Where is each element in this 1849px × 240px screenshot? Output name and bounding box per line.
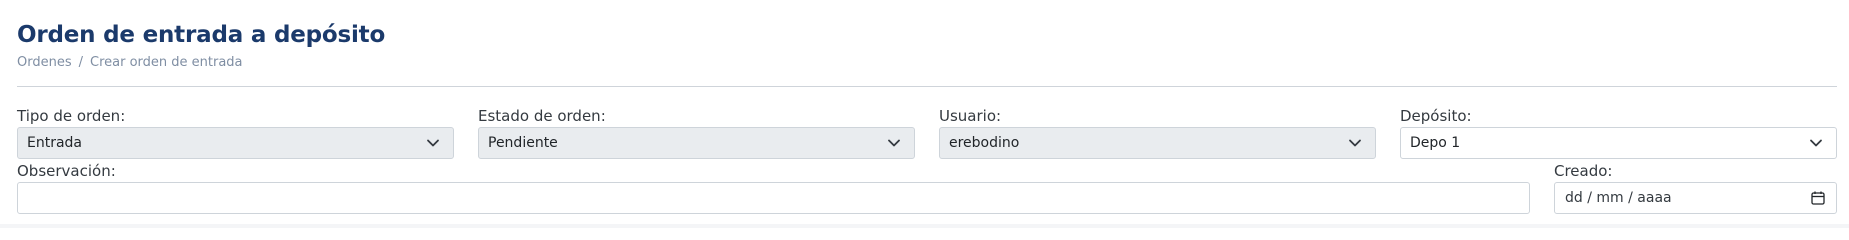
breadcrumb: Ordenes / Crear orden de entrada [17, 54, 385, 72]
breadcrumb-item-current: Crear orden de entrada [90, 55, 243, 70]
page-title: Orden de entrada a depósito [17, 22, 386, 48]
observacion-label: Observación: [17, 162, 116, 180]
chevron-down-icon [1810, 139, 1822, 147]
usuario-field: Usuario: erebodino [939, 106, 1376, 159]
tipo-orden-label: Tipo de orden: [17, 107, 126, 125]
deposito-value: Depo 1 [1410, 135, 1461, 151]
estado-orden-value: Pendiente [488, 135, 558, 151]
estado-orden-label: Estado de orden: [478, 107, 606, 125]
deposito-select[interactable]: Depo 1 [1400, 127, 1837, 159]
tipo-orden-value: Entrada [27, 135, 83, 151]
creado-placeholder: dd / mm / aaaa [1565, 190, 1672, 206]
breadcrumb-separator: / [78, 55, 83, 70]
page-header: Orden de entrada a depósito Ordenes / Crea… [17, 18, 385, 72]
deposito-field: Depósito: Depo 1 [1400, 106, 1837, 159]
observacion-input[interactable] [17, 182, 1530, 214]
header-divider [17, 86, 1837, 87]
tipo-orden-field: Tipo de orden: Entrada [17, 106, 454, 159]
chevron-down-icon [888, 139, 900, 147]
usuario-value: erebodino [949, 135, 1020, 151]
usuario-select[interactable]: erebodino [939, 127, 1376, 159]
deposito-label: Depósito: [1400, 107, 1472, 125]
chevron-down-icon [1349, 139, 1361, 147]
estado-orden-select[interactable]: Pendiente [478, 127, 915, 159]
creado-date-input[interactable]: dd / mm / aaaa [1554, 182, 1837, 214]
calendar-icon[interactable] [1811, 191, 1825, 205]
observacion-field: Observación: [17, 161, 1530, 214]
usuario-label: Usuario: [939, 107, 1002, 125]
breadcrumb-item-ordenes[interactable]: Ordenes [17, 55, 72, 70]
tipo-orden-select[interactable]: Entrada [17, 127, 454, 159]
estado-orden-field: Estado de orden: Pendiente [478, 106, 915, 159]
creado-field: Creado: dd / mm / aaaa [1554, 161, 1837, 214]
creado-label: Creado: [1554, 162, 1613, 180]
bottom-strip [0, 224, 1849, 228]
chevron-down-icon [427, 139, 439, 147]
